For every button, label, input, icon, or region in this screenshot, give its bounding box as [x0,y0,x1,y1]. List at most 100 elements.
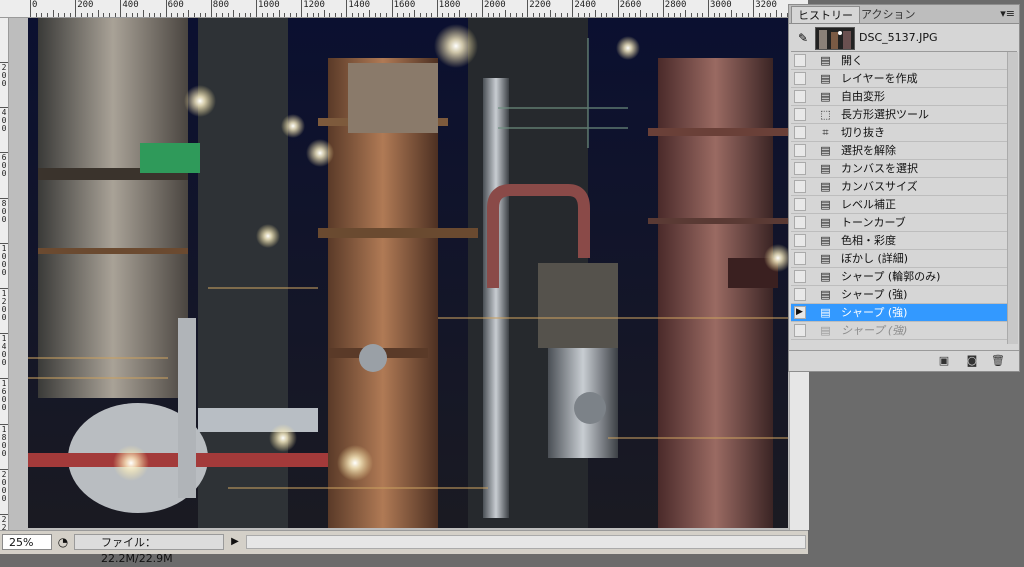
history-item[interactable]: ⌗ 切り抜き [791,124,1007,142]
ruler-minor-tick [295,13,297,17]
triangle-right-icon[interactable]: ▶ [228,534,242,550]
history-item[interactable]: ▤ シャープ (強) [791,322,1007,340]
ruler-minor-tick [736,13,738,17]
ruler-minor-tick [239,13,241,17]
history-item[interactable]: ▤ 色相・彩度 [791,232,1007,250]
ruler-minor-tick [199,13,201,17]
history-source-checkbox[interactable] [794,234,806,247]
history-source-checkbox[interactable] [794,324,806,337]
ruler-major-tick [75,0,77,17]
marquee-icon: ⬚ [820,108,831,121]
ruler-minor-tick [493,13,495,17]
history-source-checkbox[interactable] [794,162,806,175]
history-brush-icon[interactable]: ✎ [795,30,811,46]
history-source-checkbox[interactable] [794,216,806,229]
ruler-minor-tick [419,13,421,17]
history-item[interactable]: ▤ レイヤーを作成 [791,70,1007,88]
ruler-label: 1600 [393,0,416,10]
history-source-checkbox[interactable] [794,144,806,157]
panel-menu-icon[interactable]: ▾≡ [1000,6,1015,22]
history-item[interactable]: ▤ ぼかし (詳細) [791,250,1007,268]
history-state-marker-icon[interactable]: ▶ [796,307,803,318]
file-size-info: ファイル：22.2M/22.9M [74,534,224,565]
ruler-minor-tick [696,13,698,17]
horizontal-scrollbar[interactable] [246,535,806,549]
history-item[interactable]: ▤ 開く [791,52,1007,70]
status-bar: 25% ◔ ファイル：22.2M/22.9M ▶ [0,530,808,565]
ruler-minor-tick [369,10,370,17]
ruler-major-tick [391,0,393,17]
ruler-minor-tick [41,13,43,17]
ruler-vertical[interactable]: 2 0 0 4 0 0 6 0 0 8 0 0 1 0 0 0 1 2 0 0 1 4 0 … [0,18,9,530]
ruler-minor-tick [261,13,263,17]
ruler-minor-tick [764,13,766,17]
document-icon: ▤ [820,288,831,301]
ruler-minor-tick [645,13,647,17]
ruler-minor-tick [425,13,427,17]
ruler-label: 2 0 0 [1,63,7,88]
history-source-checkbox[interactable] [794,54,806,67]
ruler-minor-tick [674,13,676,17]
ruler-minor-tick [515,13,517,17]
ruler-horizontal[interactable]: 0 200 400 600 800 1000 1200 1400 1600 1800 2000 220… [8,0,808,18]
history-item-label: シャープ (強) [841,324,908,337]
history-item[interactable]: ▤ 選択を解除 [791,142,1007,160]
history-scrollbar[interactable] [1008,52,1018,344]
ruler-major-tick [617,0,619,17]
ruler-minor-tick [357,13,359,17]
ruler-minor-tick [702,13,704,17]
history-list: ▤ 開く ▤ レイヤーを作成 ▤ 自由変形 ⬚ 長方形選択ツール ⌗ 切り抜き ▤ 選択を解除 ▤ カンバ… [791,52,1008,344]
ruler-minor-tick [272,13,274,17]
ruler-minor-tick [555,13,557,17]
camera-snapshot-icon[interactable]: ◙ [965,354,979,368]
history-source-checkbox[interactable] [794,90,806,103]
trash-icon[interactable]: 🗑 [991,354,1005,368]
history-item[interactable]: ▶ ▤ シャープ (強) [791,304,1007,322]
ruler-minor-tick [126,13,128,17]
ruler-minor-tick [685,10,687,17]
ruler-minor-tick [470,13,472,17]
ruler-minor-tick [657,13,659,17]
ruler-minor-tick [640,10,642,17]
tab-actions[interactable]: アクション [855,6,921,23]
ruler-label: 2 0 0 0 [1,469,7,503]
history-source-checkbox[interactable] [794,270,806,283]
history-item[interactable]: ⬚ 長方形選択ツール [791,106,1007,124]
history-source-checkbox[interactable] [794,252,806,265]
ruler-minor-tick [86,13,88,17]
ruler-minor-tick [510,13,512,17]
ruler-minor-tick [148,13,150,17]
image-canvas[interactable] [28,18,788,528]
ruler-minor-tick [549,10,551,17]
tab-history[interactable]: ヒストリー [791,6,860,23]
history-item[interactable]: ▤ トーンカーブ [791,214,1007,232]
ruler-minor-tick [244,13,246,17]
history-source-checkbox[interactable] [794,180,806,193]
ruler-minor-tick [453,13,455,17]
history-source-checkbox[interactable] [794,126,806,139]
factory-photo [28,18,788,528]
history-item[interactable]: ▤ カンバスサイズ [791,178,1007,196]
history-item[interactable]: ▤ カンバスを選択 [791,160,1007,178]
ruler-major-tick [662,0,664,17]
ruler-minor-tick [465,13,467,17]
history-source-checkbox[interactable] [794,108,806,121]
ruler-label: 1 4 0 0 [1,334,7,368]
history-source-checkbox[interactable] [794,72,806,85]
info-icon[interactable]: ◔ [56,534,70,550]
history-item-label: カンバスサイズ [841,180,918,193]
history-source-checkbox[interactable] [794,198,806,211]
ruler-minor-tick [233,10,235,17]
zoom-level-field[interactable]: 25% [2,534,52,550]
history-item[interactable]: ▤ 自由変形 [791,88,1007,106]
history-source-checkbox[interactable] [794,288,806,301]
history-item[interactable]: ▤ シャープ (強) [791,286,1007,304]
snapshot-row[interactable]: ✎ DSC_5137.JPG [791,24,1017,52]
ruler-minor-tick [544,13,546,17]
history-item-label: シャープ (強) [841,288,908,301]
ruler-label: 1400 [348,0,371,10]
history-item[interactable]: ▤ レベル補正 [791,196,1007,214]
ruler-label: 1 0 0 0 [1,243,7,277]
new-document-from-state-icon[interactable]: ▣ [937,354,951,368]
history-item[interactable]: ▤ シャープ (輪郭のみ) [791,268,1007,286]
